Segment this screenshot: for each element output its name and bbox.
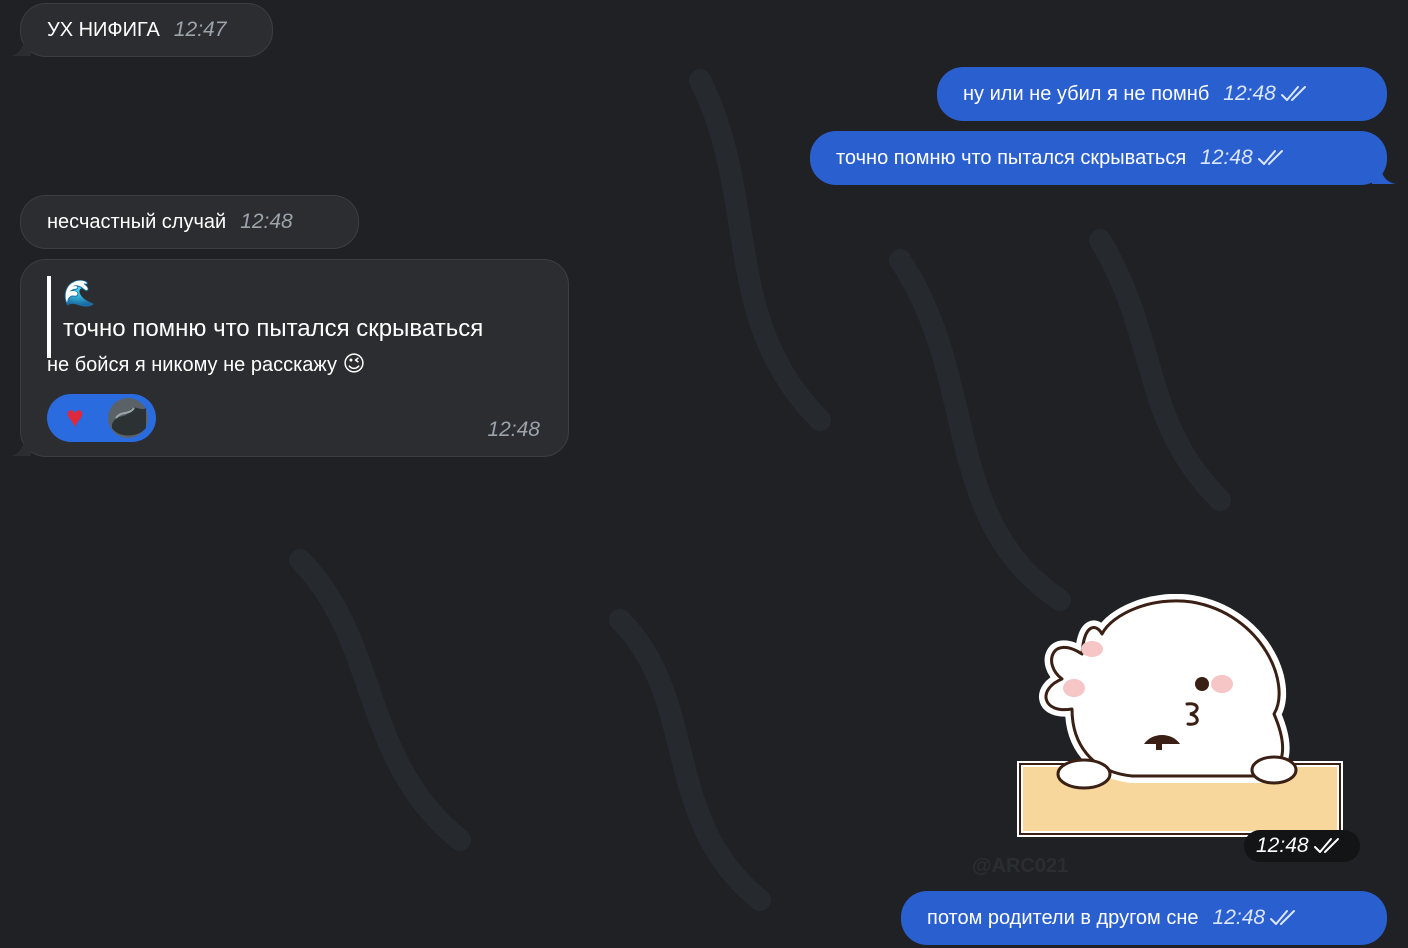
double-check-icon xyxy=(1257,150,1283,165)
message-time: 12:48 xyxy=(1212,906,1266,929)
message-incoming[interactable]: несчастный случай 12:48 xyxy=(20,195,359,249)
wink-emoji: 😉 xyxy=(342,351,366,376)
double-check-icon xyxy=(1280,86,1306,101)
message-time: 12:48 xyxy=(240,210,293,233)
message-outgoing[interactable]: ну или не убил я не помнб 12:48 xyxy=(937,67,1387,121)
reply-sender-emoji: 🌊 xyxy=(63,278,96,308)
reaction-pill[interactable]: ♥ xyxy=(47,394,156,442)
reply-text: точно помню что пытался скрываться xyxy=(63,315,484,342)
message-time: 12:48 xyxy=(1256,834,1309,857)
bubble-tail xyxy=(1372,166,1396,184)
message-incoming[interactable]: УХ НИФИГА 12:47 xyxy=(20,3,273,57)
bubble-tail xyxy=(11,38,31,56)
heart-icon: ♥ xyxy=(66,401,84,434)
message-time: 12:47 xyxy=(173,18,227,41)
message-text: потом родители в другом сне xyxy=(927,907,1199,929)
message-text: ну или не убил я не помнб xyxy=(963,83,1210,105)
reply-quote[interactable]: 🌊 точно помню что пытался скрываться xyxy=(47,276,483,358)
bubble-tail xyxy=(11,438,31,456)
message-outgoing[interactable]: точно помню что пытался скрываться 12:48 xyxy=(810,131,1387,185)
message-time: 12:48 xyxy=(487,418,540,441)
message-time: 12:48 xyxy=(1223,82,1276,105)
sticker-time-badge: 12:48 xyxy=(1244,830,1360,862)
message-text: точно помню что пытался скрываться xyxy=(836,147,1187,169)
message-text: УХ НИФИГА xyxy=(47,19,160,41)
watermark: @ARC021 xyxy=(972,855,1069,877)
message-text: не бойся я никому не расскажу xyxy=(47,354,337,376)
double-check-icon xyxy=(1313,838,1339,853)
avatar[interactable] xyxy=(108,398,148,438)
message-outgoing[interactable]: потом родители в другом сне 12:48 xyxy=(901,891,1387,945)
message-text: несчастный случай xyxy=(47,211,227,233)
double-check-icon xyxy=(1270,910,1296,925)
message-time: 12:48 xyxy=(1200,146,1253,169)
message-incoming-reply[interactable]: 🌊 точно помню что пытался скрываться не … xyxy=(20,259,569,457)
sticker-image[interactable] xyxy=(1012,594,1352,838)
